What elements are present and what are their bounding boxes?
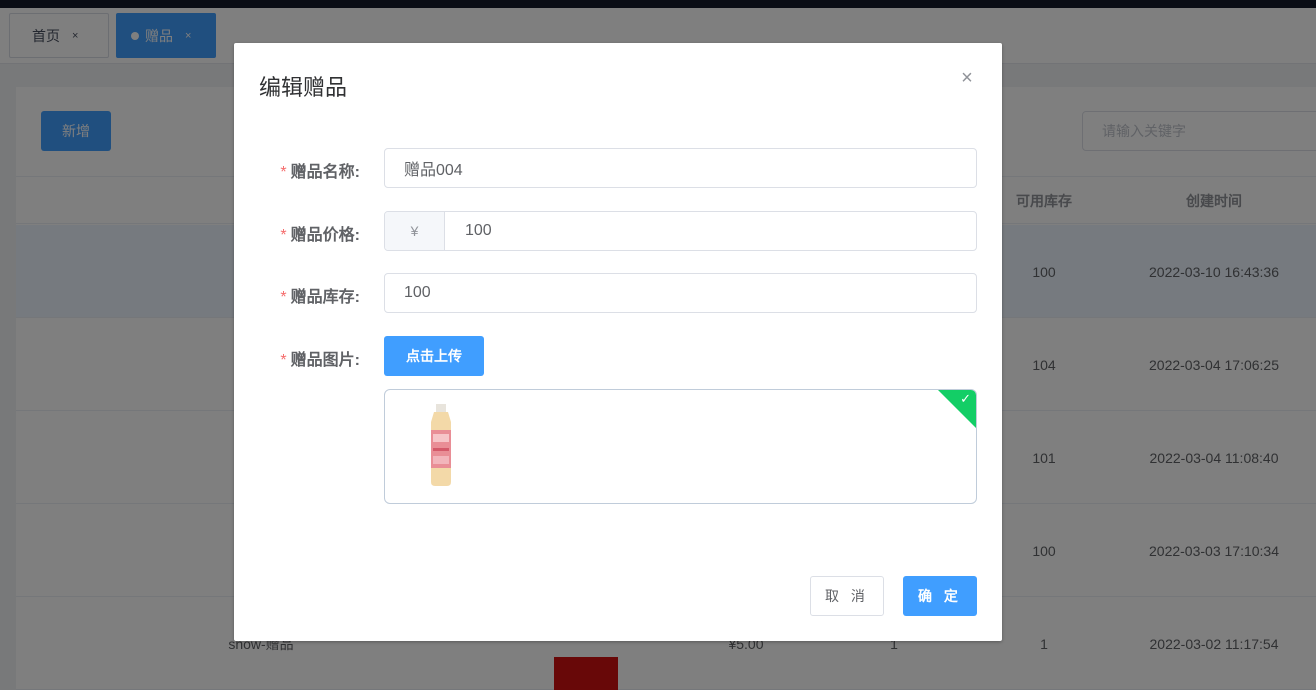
image-label: * 赠品图片: xyxy=(280,346,360,370)
price-label: * 赠品价格: xyxy=(280,221,360,245)
required-mark: * xyxy=(280,227,287,244)
stock-label-text: 赠品库存: xyxy=(290,289,360,306)
gift-name-input[interactable]: 赠品004 xyxy=(384,148,977,188)
confirm-button[interactable]: 确 定 xyxy=(903,576,977,616)
required-mark: * xyxy=(280,289,287,306)
name-label: * 赠品名称: xyxy=(280,158,360,182)
gift-price-input[interactable]: ¥ 100 xyxy=(384,211,977,251)
upload-button[interactable]: 点击上传 xyxy=(384,336,484,376)
required-mark: * xyxy=(280,164,287,181)
currency-prefix: ¥ xyxy=(385,212,445,250)
image-label-text: 赠品图片: xyxy=(290,352,360,369)
gift-price-value[interactable]: 100 xyxy=(445,222,492,240)
gift-stock-input[interactable]: 100 xyxy=(384,273,977,313)
upload-success-badge xyxy=(937,390,976,429)
price-label-text: 赠品价格: xyxy=(290,227,360,244)
check-icon: ✓ xyxy=(960,391,971,406)
cancel-button[interactable]: 取 消 xyxy=(810,576,884,616)
dialog-title: 编辑赠品 xyxy=(259,75,348,100)
uploaded-image-card[interactable]: ✓ xyxy=(384,389,977,504)
edit-gift-dialog: 编辑赠品 × * 赠品名称: 赠品004 * 赠品价格: ¥ 100 * 赠品库存: … xyxy=(234,43,1002,641)
close-icon[interactable]: × xyxy=(959,68,975,88)
name-label-text: 赠品名称: xyxy=(290,164,360,181)
required-mark: * xyxy=(280,352,287,369)
stock-label: * 赠品库存: xyxy=(280,283,360,307)
bottle-image xyxy=(431,404,451,486)
